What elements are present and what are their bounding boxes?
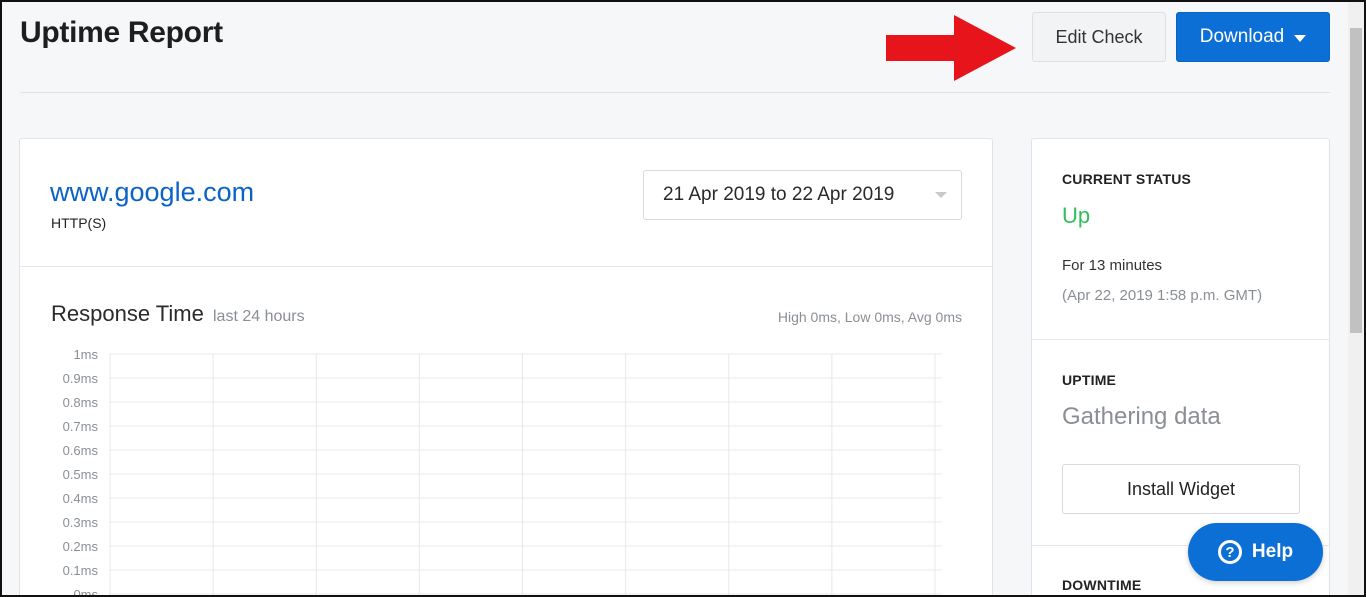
date-range-value: 21 Apr 2019 to 22 Apr 2019 xyxy=(663,184,895,205)
download-button-label: Download xyxy=(1199,26,1285,47)
response-time-heading: Response Time xyxy=(51,301,204,326)
chart-y-tick-label: 0.9ms xyxy=(63,371,99,386)
current-status-label: CURRENT STATUS xyxy=(1062,171,1192,187)
card-divider xyxy=(20,266,992,267)
chart-y-tick-label: 0.1ms xyxy=(63,563,99,578)
chart-y-tick-label: 0.2ms xyxy=(63,539,99,554)
chart-y-tick-label: 0.8ms xyxy=(63,395,99,410)
uptime-label: UPTIME xyxy=(1062,372,1117,388)
help-button[interactable]: ? Help xyxy=(1188,523,1323,581)
status-value: Up xyxy=(1062,203,1091,228)
response-time-period: last 24 hours xyxy=(212,308,305,325)
install-widget-button[interactable]: Install Widget xyxy=(1062,464,1300,514)
red-arrow-annotation xyxy=(886,15,1016,81)
site-link[interactable]: www.google.com xyxy=(50,177,254,208)
chart-y-tick-label: 1ms xyxy=(73,347,98,362)
uptime-value: Gathering data xyxy=(1062,403,1221,430)
status-since: (Apr 22, 2019 1:58 p.m. GMT) xyxy=(1062,287,1263,304)
scrollbar-thumb[interactable] xyxy=(1350,28,1362,333)
chart-y-tick-label: 0.4ms xyxy=(63,491,99,506)
page-title: Uptime Report xyxy=(20,16,223,49)
check-report-card: www.google.com HTTP(S) 21 Apr 2019 to 22… xyxy=(19,138,993,597)
response-time-title: Response Time last 24 hours xyxy=(51,301,305,327)
date-range-select[interactable]: 21 Apr 2019 to 22 Apr 2019 xyxy=(643,170,962,220)
header-divider xyxy=(20,92,1330,93)
chart-y-tick-label: 0ms xyxy=(73,587,98,597)
response-time-stats: High 0ms, Low 0ms, Avg 0ms xyxy=(777,309,962,325)
help-label: Help xyxy=(1251,541,1294,562)
chart-y-tick-label: 0.6ms xyxy=(63,443,99,458)
caret-down-icon xyxy=(1294,34,1307,42)
help-question-icon: ? xyxy=(1217,540,1242,564)
download-button[interactable]: Download xyxy=(1176,12,1330,62)
response-time-chart: 1ms 0.9ms 0.8ms 0.7ms 0.6ms 0.5ms 0.4ms 0.3ms 0.… xyxy=(63,347,942,597)
sidebar-divider xyxy=(1032,339,1329,340)
check-type: HTTP(S) xyxy=(51,215,107,231)
chevron-down-icon xyxy=(935,192,947,198)
vertical-scrollbar[interactable] xyxy=(1348,2,1364,595)
edit-check-button[interactable]: Edit Check xyxy=(1032,12,1166,62)
status-duration: For 13 minutes xyxy=(1062,257,1163,274)
chart-y-tick-label: 0.7ms xyxy=(63,419,99,434)
chart-y-tick-label: 0.5ms xyxy=(63,467,99,482)
chart-y-tick-label: 0.3ms xyxy=(63,515,99,530)
downtime-label: DOWNTIME xyxy=(1062,577,1142,593)
